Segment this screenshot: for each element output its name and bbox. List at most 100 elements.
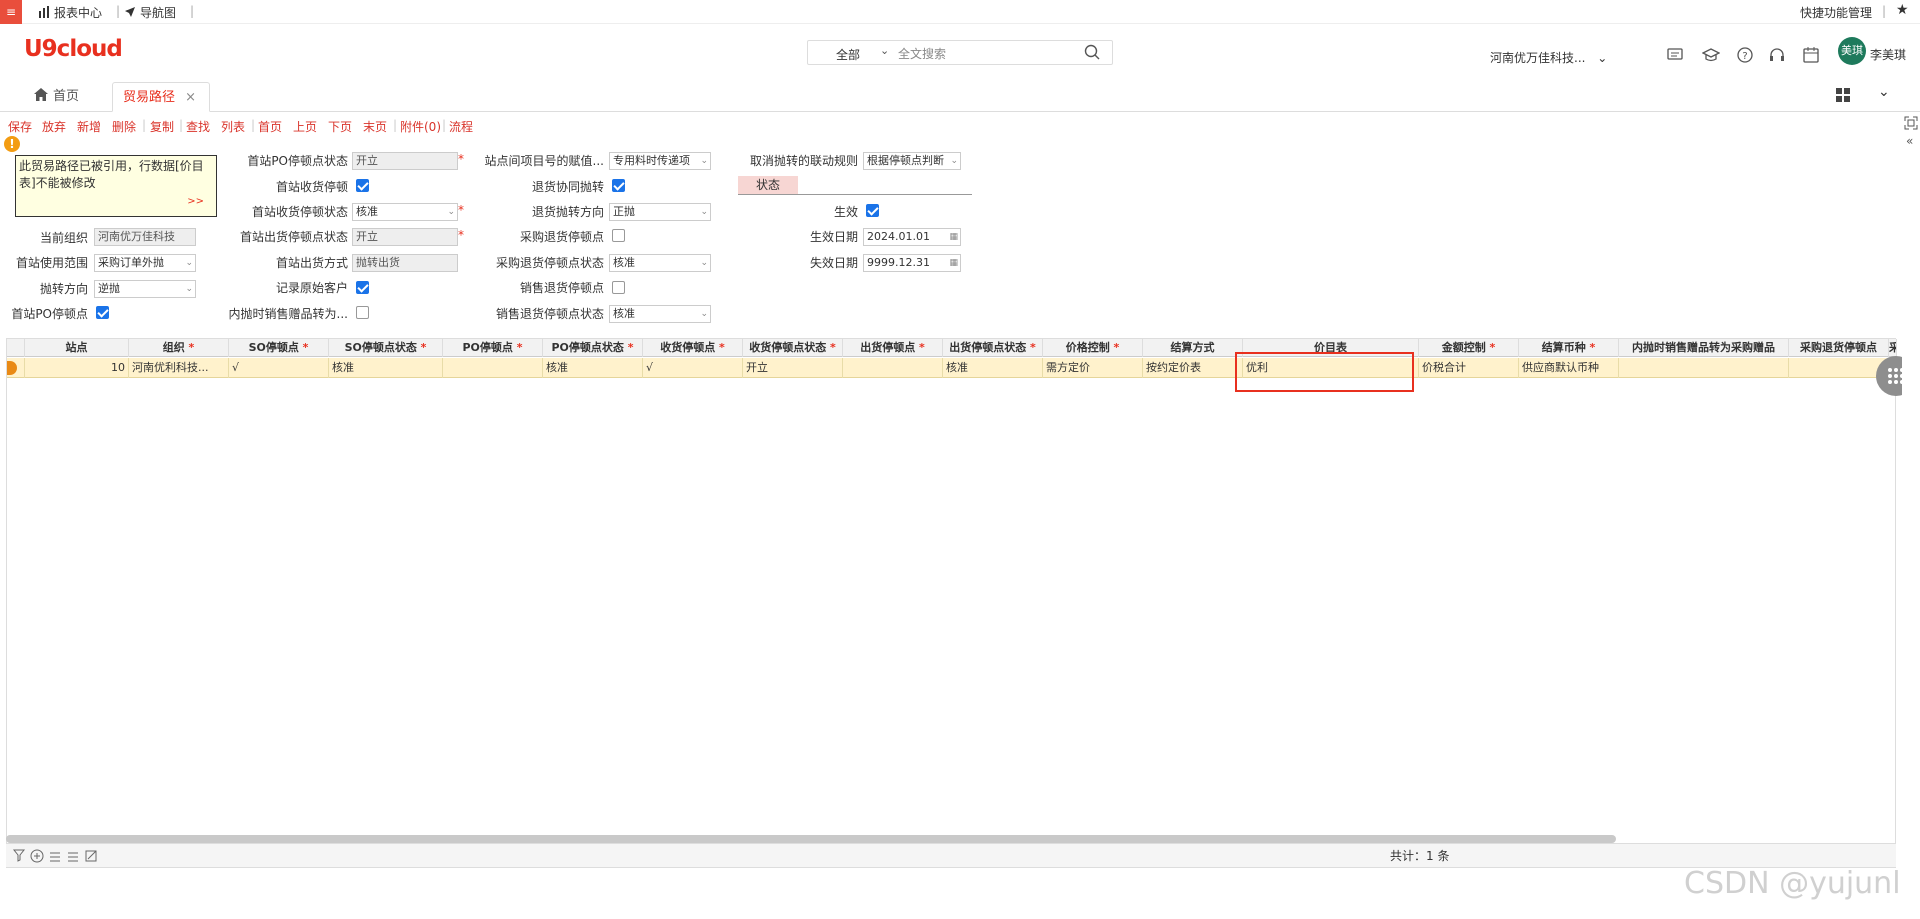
col-header[interactable]: 金额控制 *	[1419, 339, 1519, 357]
cell-amount-control[interactable]: 价税合计	[1419, 358, 1519, 378]
workflow-button[interactable]: 流程	[449, 118, 473, 135]
close-icon[interactable]: ×	[185, 90, 196, 105]
record-cust-checkbox[interactable]	[356, 281, 369, 294]
cell-ship-stop[interactable]	[843, 358, 943, 378]
star-icon[interactable]: ★	[1896, 2, 1909, 18]
exp-date-field[interactable]: 9999.12.31 ▦	[863, 254, 961, 272]
col-header[interactable]: 出货停顿点状态 *	[943, 339, 1043, 357]
tab-state[interactable]: 状态	[738, 176, 798, 194]
search-box[interactable]: 全部 ⌄ 全文搜索	[807, 40, 1113, 65]
cell-po-stop-state[interactable]: 核准	[543, 358, 643, 378]
calendar-icon[interactable]	[1802, 46, 1820, 64]
eff-date-field[interactable]: 2024.01.01 ▦	[863, 228, 961, 246]
cell-site[interactable]: 10	[25, 358, 129, 378]
grid-view-icon[interactable]	[1836, 88, 1851, 103]
col-header[interactable]: 采购退货停顿点	[1789, 339, 1889, 357]
find-button[interactable]: 查找	[186, 118, 210, 135]
graduation-cap-icon[interactable]	[1702, 46, 1720, 64]
help-icon[interactable]: ?	[1736, 46, 1754, 64]
search-icon[interactable]	[1084, 44, 1100, 60]
first-use-range-select[interactable]: 采购订单外抛 ⌄	[94, 254, 196, 272]
first-page-button[interactable]: 首页	[258, 118, 282, 135]
fullscreen-icon[interactable]	[1904, 116, 1918, 130]
col-header[interactable]: PO停顿点 *	[443, 339, 543, 357]
tab-trade-path[interactable]: 贸易路径 ×	[112, 82, 210, 112]
org-selector[interactable]: 河南优万佳科技... ⌄	[1490, 49, 1607, 66]
table-row[interactable]: 10 河南优利科技... √ 核准 核准 √ 开立 核准 需方定价 按约定价表 …	[7, 358, 1897, 378]
new-button[interactable]: 新增	[77, 118, 101, 135]
reports-link[interactable]: 报表中心	[38, 4, 102, 21]
cell-currency[interactable]: 供应商默认币种	[1519, 358, 1619, 378]
cell-recv-stop-state[interactable]: 开立	[743, 358, 843, 378]
col-header[interactable]: 站点	[25, 339, 129, 357]
return-direction-select[interactable]: 正抛 ⌄	[609, 203, 711, 221]
col-header[interactable]: PO停顿点状态 *	[543, 339, 643, 357]
cell-so-stop[interactable]: √	[229, 358, 329, 378]
return-collab-checkbox[interactable]	[612, 179, 625, 192]
so-return-stop-checkbox[interactable]	[612, 281, 625, 294]
cell-so-stop-state[interactable]: 核准	[329, 358, 443, 378]
nav-link[interactable]: 导航图	[124, 4, 176, 21]
insert-row-icon[interactable]	[50, 852, 60, 862]
calendar-icon[interactable]: ▦	[949, 229, 958, 245]
copy-button[interactable]: 复制	[150, 118, 174, 135]
row-indicator[interactable]	[7, 358, 25, 378]
recv-stop-checkbox[interactable]	[356, 179, 369, 192]
chevron-down-icon[interactable]: ⌄	[1878, 84, 1890, 100]
discard-button[interactable]: 放弃	[42, 118, 66, 135]
horizontal-scrollbar[interactable]	[6, 835, 1616, 843]
project-assign-select[interactable]: 专用料时传递项 ⌄	[609, 152, 711, 170]
first-po-stop-checkbox[interactable]	[96, 306, 109, 319]
collapse-icon[interactable]: «	[1906, 134, 1913, 148]
col-header[interactable]: 收货停顿点状态 *	[743, 339, 843, 357]
col-header[interactable]: 结算方式	[1143, 339, 1243, 357]
col-header[interactable]: 出货停顿点 *	[843, 339, 943, 357]
filter-icon[interactable]	[12, 849, 26, 862]
col-header[interactable]: 收货停顿点 *	[643, 339, 743, 357]
cell-inner-gift[interactable]	[1619, 358, 1789, 378]
col-header[interactable]: 结算币种 *	[1519, 339, 1619, 357]
next-page-button[interactable]: 下页	[328, 118, 352, 135]
edit-icon[interactable]	[85, 850, 97, 862]
cell-org[interactable]: 河南优利科技...	[129, 358, 229, 378]
user-name[interactable]: 李美琪	[1870, 46, 1906, 63]
po-return-state-select[interactable]: 核准 ⌄	[609, 254, 711, 272]
inner-gift-checkbox[interactable]	[356, 306, 369, 319]
warning-icon[interactable]: !	[4, 136, 20, 152]
quick-function-link[interactable]: 快捷功能管理	[1800, 4, 1872, 21]
po-return-stop-checkbox[interactable]	[612, 229, 625, 242]
attachment-button[interactable]: 附件(0)	[400, 118, 441, 135]
cell-price-control[interactable]: 需方定价	[1043, 358, 1143, 378]
list-button[interactable]: 列表	[221, 118, 245, 135]
recv-stop-state-select[interactable]: 核准 ⌄	[352, 203, 458, 221]
search-input[interactable]: 全文搜索	[898, 45, 946, 62]
delete-row-icon[interactable]	[68, 852, 78, 862]
chevron-down-icon[interactable]: ⌄	[880, 44, 889, 57]
col-header[interactable]: 组织 *	[129, 339, 229, 357]
headset-icon[interactable]	[1768, 46, 1786, 64]
col-header[interactable]: SO停顿点 *	[229, 339, 329, 357]
calendar-icon[interactable]: ▦	[949, 255, 958, 271]
message-icon[interactable]	[1666, 46, 1684, 64]
prev-page-button[interactable]: 上页	[293, 118, 317, 135]
last-page-button[interactable]: 末页	[363, 118, 387, 135]
search-scope[interactable]: 全部	[836, 46, 860, 63]
add-row-icon[interactable]	[30, 849, 44, 863]
menu-icon[interactable]: ≡	[0, 0, 22, 24]
toss-direction-select[interactable]: 逆抛 ⌄	[94, 280, 196, 298]
delete-button[interactable]: 删除	[112, 118, 136, 135]
cell-recv-stop[interactable]: √	[643, 358, 743, 378]
avatar[interactable]: 美琪	[1838, 37, 1866, 65]
tab-home[interactable]: 首页	[24, 82, 89, 112]
cell-ship-stop-state[interactable]: 核准	[943, 358, 1043, 378]
cell-po-return-stop[interactable]	[1789, 358, 1889, 378]
col-header[interactable]: 采	[1889, 339, 1897, 357]
cancel-rule-select[interactable]: 根据停顿点判断 ⌄	[863, 152, 961, 170]
effective-checkbox[interactable]	[866, 204, 879, 217]
cell-po-stop[interactable]	[443, 358, 543, 378]
col-header[interactable]: SO停顿点状态 *	[329, 339, 443, 357]
save-button[interactable]: 保存	[8, 118, 32, 135]
more-link[interactable]: >>	[187, 193, 204, 210]
col-header[interactable]: 价格控制 *	[1043, 339, 1143, 357]
col-header[interactable]: 内抛时销售赠品转为采购赠品	[1619, 339, 1789, 357]
